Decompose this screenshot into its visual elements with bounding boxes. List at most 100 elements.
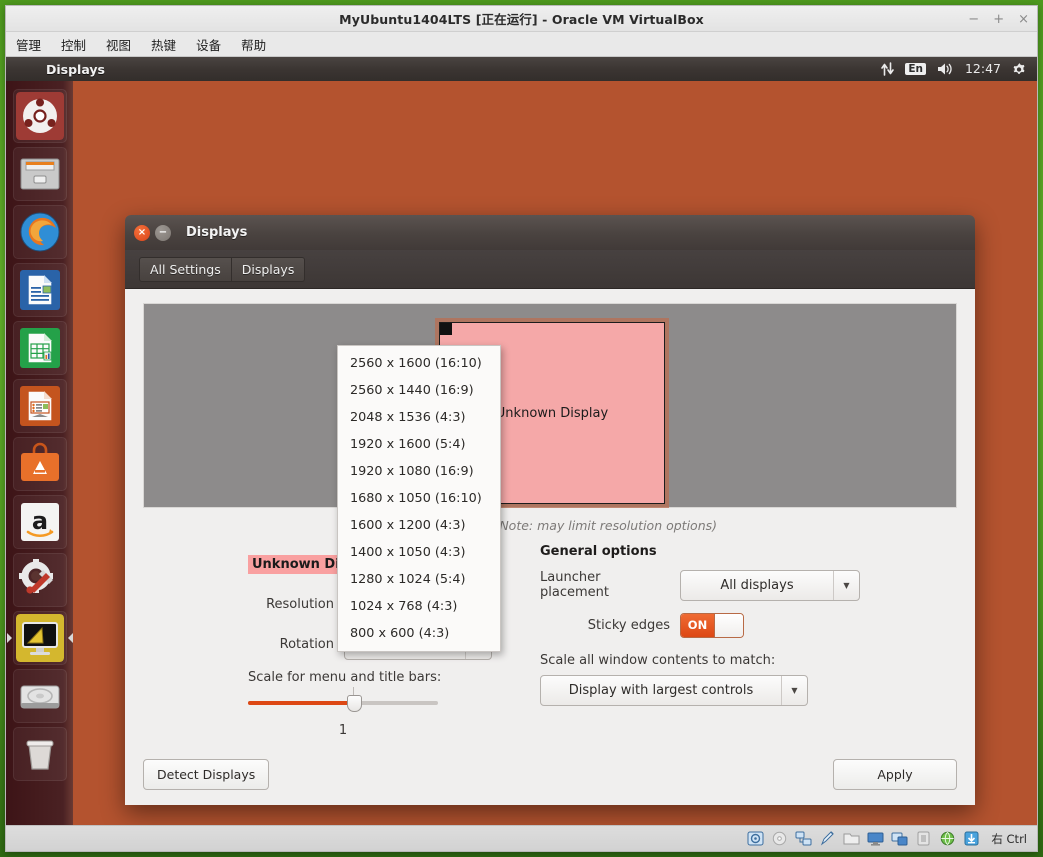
network-arrows-icon[interactable]	[881, 62, 894, 76]
remote-display-icon[interactable]	[891, 831, 908, 846]
menu-control[interactable]: 控制	[61, 35, 86, 54]
displays-icon	[16, 614, 64, 662]
calc-icon	[16, 324, 64, 372]
nav-displays[interactable]: Displays	[232, 257, 306, 282]
resolution-option[interactable]: 2560 x 1440 (16:9)	[338, 377, 500, 404]
chevron-down-icon: ▼	[833, 571, 859, 600]
unity-top-panel: Displays En 12:47	[6, 57, 1037, 81]
panel-app-title: Displays	[46, 62, 105, 77]
sticky-edges-row: Sticky edges ON	[540, 605, 957, 645]
detect-displays-button[interactable]: Detect Displays	[143, 759, 269, 790]
resolution-option[interactable]: 1600 x 1200 (4:3)	[338, 512, 500, 539]
dialog-close-button[interactable]: ×	[134, 225, 150, 241]
toggle-knob	[714, 614, 743, 637]
menu-view[interactable]: 视图	[106, 35, 131, 54]
launcher-item-trash[interactable]	[13, 727, 67, 781]
sticky-edges-state: ON	[681, 614, 714, 637]
display-icon[interactable]	[867, 831, 884, 846]
panel-indicators: En 12:47	[881, 62, 1037, 77]
scale-value: 1	[248, 723, 438, 738]
launcher-item-dash-home[interactable]	[13, 89, 67, 143]
slider-fill	[248, 701, 354, 705]
launcher-item-system-settings[interactable]	[13, 553, 67, 607]
slider-handle[interactable]	[347, 695, 362, 712]
svg-text:a: a	[31, 507, 47, 535]
maximize-icon[interactable]: +	[993, 13, 1004, 26]
launcher-placement-value: All displays	[681, 578, 833, 593]
menu-help[interactable]: 帮助	[241, 35, 266, 54]
minimize-icon[interactable]: −	[968, 13, 979, 26]
file-cabinet-icon	[16, 150, 64, 198]
nav-all-settings[interactable]: All Settings	[139, 257, 232, 282]
close-icon[interactable]: ×	[1018, 13, 1029, 26]
launcher-item-amazon[interactable]: a	[13, 495, 67, 549]
globe-icon[interactable]	[939, 831, 956, 846]
sticky-edges-label: Sticky edges	[540, 618, 680, 633]
chevron-down-icon: ▼	[781, 676, 807, 705]
impress-icon	[16, 382, 64, 430]
resolution-option[interactable]: 2048 x 1536 (4:3)	[338, 404, 500, 431]
scale-all-value: Display with largest controls	[541, 683, 781, 698]
host-key-label: 右 Ctrl	[991, 831, 1027, 847]
dialog-minimize-button[interactable]: −	[155, 225, 171, 241]
shared-folder-icon[interactable]	[843, 831, 860, 846]
keyboard-layout-indicator[interactable]: En	[905, 63, 926, 76]
usb-icon[interactable]	[915, 831, 932, 846]
launcher-item-software-center[interactable]	[13, 437, 67, 491]
launcher-placement-combo[interactable]: All displays ▼	[680, 570, 860, 601]
resolution-option[interactable]: 2560 x 1600 (16:10)	[338, 350, 500, 377]
launcher-item-displays[interactable]	[13, 611, 67, 665]
disk-usage-icon	[16, 672, 64, 720]
general-options-heading: General options	[540, 544, 957, 559]
unity-launcher: a	[6, 81, 73, 825]
scale-all-label: Scale all window contents to match:	[540, 653, 957, 668]
apply-button[interactable]: Apply	[833, 759, 957, 790]
gear-icon[interactable]	[1012, 62, 1027, 77]
resolution-option[interactable]: 1680 x 1050 (16:10)	[338, 485, 500, 512]
firefox-icon	[16, 208, 64, 256]
hard-disk-icon[interactable]	[747, 831, 764, 846]
virtualbox-menubar: 管理 控制 视图 热键 设备 帮助	[6, 32, 1037, 57]
monitor-label: Unknown Display	[496, 406, 608, 421]
launcher-item-files[interactable]	[13, 147, 67, 201]
displays-body: Unknown Display (Note: may limit resolut…	[125, 289, 975, 743]
display-preview-canvas[interactable]: Unknown Display	[143, 303, 957, 508]
resolution-option[interactable]: 1920 x 1080 (16:9)	[338, 458, 500, 485]
menu-devices[interactable]: 设备	[196, 35, 221, 54]
launcher-item-libreoffice-writer[interactable]	[13, 263, 67, 317]
launcher-item-libreoffice-impress[interactable]	[13, 379, 67, 433]
resolution-option[interactable]: 800 x 600 (4:3)	[338, 620, 500, 647]
launcher-item-libreoffice-calc[interactable]	[13, 321, 67, 375]
dialog-title: Displays	[186, 225, 247, 240]
displays-toolbar: All Settings Displays	[125, 250, 975, 289]
system-settings-icon	[16, 556, 64, 604]
pointer-icon[interactable]	[819, 831, 836, 846]
scale-slider[interactable]	[248, 687, 438, 721]
virtualbox-statusbar: 右 Ctrl	[6, 825, 1037, 851]
network-icon[interactable]	[795, 831, 812, 846]
menu-manage[interactable]: 管理	[16, 35, 41, 54]
virtualbox-titlebar: MyUbuntu1404LTS [正在运行] - Oracle VM Virtu…	[6, 6, 1037, 32]
menu-hotkey[interactable]: 热键	[151, 35, 176, 54]
rotation-label: Rotation	[248, 637, 344, 652]
optical-disk-icon[interactable]	[771, 831, 788, 846]
resolution-option[interactable]: 1920 x 1600 (5:4)	[338, 431, 500, 458]
virtualbox-window: MyUbuntu1404LTS [正在运行] - Oracle VM Virtu…	[5, 5, 1038, 852]
launcher-item-firefox[interactable]	[13, 205, 67, 259]
resolution-dropdown-menu[interactable]: 2560 x 1600 (16:10) 2560 x 1440 (16:9) 2…	[337, 345, 501, 652]
launcher-item-disk-usage[interactable]	[13, 669, 67, 723]
volume-icon[interactable]	[937, 62, 954, 76]
update-icon[interactable]	[963, 831, 980, 846]
clock-indicator[interactable]: 12:47	[965, 63, 1001, 76]
nav-breadcrumb: All Settings Displays	[139, 257, 305, 282]
resolution-option[interactable]: 1400 x 1050 (4:3)	[338, 539, 500, 566]
ubuntu-dash-icon	[16, 92, 64, 140]
scale-all-combo[interactable]: Display with largest controls ▼	[540, 675, 808, 706]
software-center-icon	[16, 440, 64, 488]
right-settings-column: General options Launcher placement All d…	[525, 544, 957, 743]
resolution-option[interactable]: 1024 x 768 (4:3)	[338, 593, 500, 620]
sticky-edges-toggle[interactable]: ON	[680, 613, 744, 638]
resolution-option[interactable]: 1280 x 1024 (5:4)	[338, 566, 500, 593]
guest-screen: Displays En 12:47	[6, 57, 1037, 825]
resolution-label: Resolution	[248, 597, 344, 612]
